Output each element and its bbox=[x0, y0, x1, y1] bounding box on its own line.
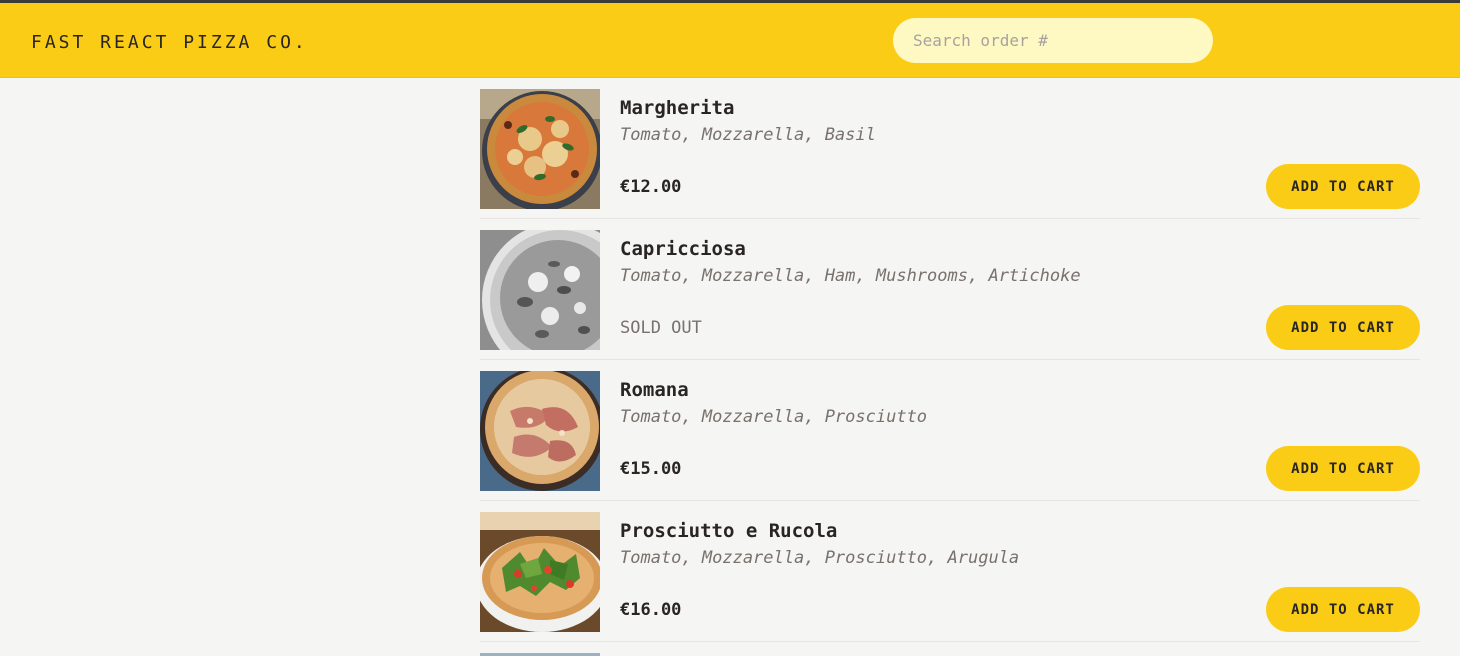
pizza-price: €12.00 bbox=[620, 177, 682, 197]
add-to-cart-button[interactable]: ADD TO CART bbox=[1266, 164, 1420, 209]
add-to-cart-button[interactable]: ADD TO CART bbox=[1266, 305, 1420, 350]
pizza-price: €16.00 bbox=[620, 600, 682, 620]
pizza-ingredients: Tomato, Mozzarella, Prosciutto, Arugula bbox=[620, 548, 1020, 568]
sold-out-label: SOLD OUT bbox=[620, 318, 702, 338]
menu-list: Margherita Tomato, Mozzarella, Basil €12… bbox=[480, 78, 1420, 656]
pizza-name: Margherita bbox=[620, 97, 735, 119]
pizza-name: Capricciosa bbox=[620, 238, 746, 260]
pizza-ingredients: Tomato, Mozzarella, Ham, Mushrooms, Arti… bbox=[620, 266, 1081, 286]
pizza-image-margherita bbox=[480, 89, 600, 209]
search-order-input[interactable] bbox=[893, 18, 1213, 63]
menu-item-margherita: Margherita Tomato, Mozzarella, Basil €12… bbox=[480, 78, 1420, 219]
pizza-price: €15.00 bbox=[620, 459, 682, 479]
pizza-ingredients: Tomato, Mozzarella, Basil bbox=[620, 125, 876, 145]
menu-item-romana: Romana Tomato, Mozzarella, Prosciutto €1… bbox=[480, 360, 1420, 501]
brand-logo-text[interactable]: FAST REACT PIZZA CO. bbox=[31, 32, 308, 53]
menu-item-prosciutto-e-rucola: Prosciutto e Rucola Tomato, Mozzarella, … bbox=[480, 501, 1420, 642]
pizza-ingredients: Tomato, Mozzarella, Prosciutto bbox=[620, 407, 928, 427]
add-to-cart-button[interactable]: ADD TO CART bbox=[1266, 446, 1420, 491]
pizza-image-capricciosa bbox=[480, 230, 600, 350]
add-to-cart-button[interactable]: ADD TO CART bbox=[1266, 587, 1420, 632]
pizza-name: Romana bbox=[620, 379, 689, 401]
pizza-name: Prosciutto e Rucola bbox=[620, 520, 838, 542]
app-header: FAST REACT PIZZA CO. bbox=[0, 3, 1460, 78]
pizza-image-romana bbox=[480, 371, 600, 491]
menu-item-capricciosa: Capricciosa Tomato, Mozzarella, Ham, Mus… bbox=[480, 219, 1420, 360]
pizza-image-prosciutto-e-rucola bbox=[480, 512, 600, 632]
